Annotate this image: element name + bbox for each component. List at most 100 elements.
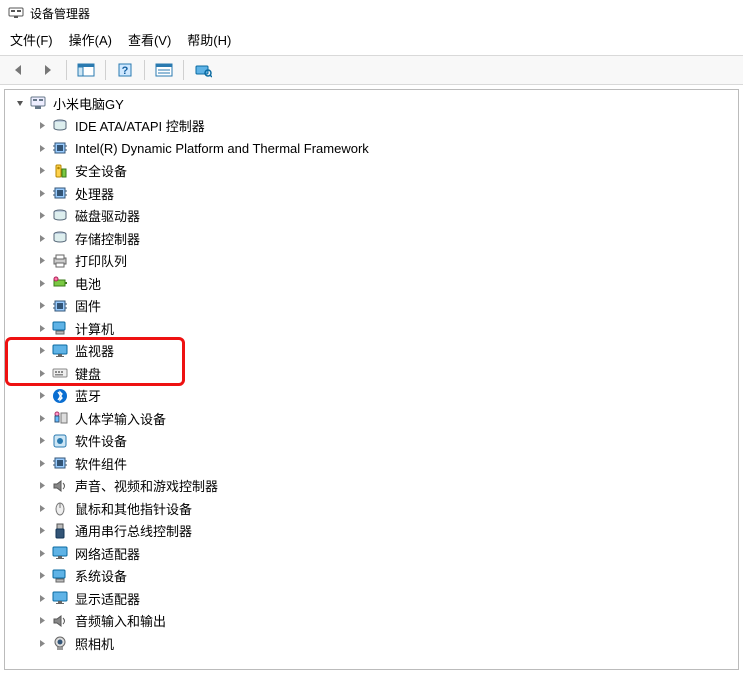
- expand-icon[interactable]: [35, 254, 49, 268]
- disk-icon: [51, 207, 69, 225]
- expand-icon[interactable]: [35, 186, 49, 200]
- expand-icon[interactable]: [35, 501, 49, 515]
- tree-root-label: 小米电脑GY: [53, 94, 124, 113]
- keyboard-icon: [51, 364, 69, 382]
- tree-item-label: 显示适配器: [75, 589, 140, 608]
- usb-icon: [51, 522, 69, 540]
- scan-hardware-button[interactable]: [190, 58, 216, 82]
- tree-item[interactable]: 蓝牙: [5, 385, 738, 408]
- menu-action[interactable]: 操作(A): [69, 30, 112, 49]
- show-hide-console-button[interactable]: [73, 58, 99, 82]
- tree-item[interactable]: 固件: [5, 295, 738, 318]
- tree-item[interactable]: 网络适配器: [5, 542, 738, 565]
- collapse-icon[interactable]: [13, 96, 27, 110]
- tree-item[interactable]: 键盘: [5, 362, 738, 385]
- expand-icon[interactable]: [35, 299, 49, 313]
- tree-item[interactable]: 电池: [5, 272, 738, 295]
- tree-item-label: 磁盘驱动器: [75, 206, 140, 225]
- tree-item[interactable]: 软件设备: [5, 430, 738, 453]
- tree-item-label: 打印队列: [75, 251, 127, 270]
- tree-item-label: 鼠标和其他指针设备: [75, 499, 192, 518]
- chip-icon: [51, 139, 69, 157]
- expand-icon[interactable]: [35, 366, 49, 380]
- expand-icon[interactable]: [35, 479, 49, 493]
- tree-item[interactable]: 照相机: [5, 632, 738, 655]
- tree-item[interactable]: 音频输入和输出: [5, 610, 738, 633]
- sound-icon: [51, 477, 69, 495]
- expand-icon[interactable]: [35, 569, 49, 583]
- forward-button[interactable]: [34, 58, 60, 82]
- computer-icon: [51, 319, 69, 337]
- tree-item-label: 蓝牙: [75, 386, 101, 405]
- software-icon: [51, 432, 69, 450]
- tree-item-label: 安全设备: [75, 161, 127, 180]
- tree-item[interactable]: 软件组件: [5, 452, 738, 475]
- expand-icon[interactable]: [35, 434, 49, 448]
- expand-icon[interactable]: [35, 276, 49, 290]
- properties-button[interactable]: [151, 58, 177, 82]
- tree-item-label: 音频输入和输出: [75, 611, 166, 630]
- display-icon: [51, 589, 69, 607]
- firmware-icon: [51, 297, 69, 315]
- hid-icon: [51, 409, 69, 427]
- tree-item[interactable]: IDE ATA/ATAPI 控制器: [5, 115, 738, 138]
- tree-item[interactable]: 系统设备: [5, 565, 738, 588]
- expand-icon[interactable]: [35, 209, 49, 223]
- tree-item-label: 软件设备: [75, 431, 127, 450]
- expand-icon[interactable]: [35, 141, 49, 155]
- printer-icon: [51, 252, 69, 270]
- tree-item-label: Intel(R) Dynamic Platform and Thermal Fr…: [75, 141, 369, 156]
- tree-item-label: 网络适配器: [75, 544, 140, 563]
- tree-item[interactable]: 显示适配器: [5, 587, 738, 610]
- tree-item[interactable]: 存储控制器: [5, 227, 738, 250]
- network-icon: [51, 544, 69, 562]
- toolbar-separator: [105, 60, 106, 80]
- expand-icon[interactable]: [35, 636, 49, 650]
- component-icon: [51, 454, 69, 472]
- expand-icon[interactable]: [35, 614, 49, 628]
- expand-icon[interactable]: [35, 456, 49, 470]
- tree-item[interactable]: 鼠标和其他指针设备: [5, 497, 738, 520]
- expand-icon[interactable]: [35, 389, 49, 403]
- expand-icon[interactable]: [35, 524, 49, 538]
- menu-view[interactable]: 查看(V): [128, 30, 171, 49]
- tree-root[interactable]: 小米电脑GY: [5, 92, 738, 115]
- tree-item[interactable]: 安全设备: [5, 160, 738, 183]
- tree-item-label: IDE ATA/ATAPI 控制器: [75, 116, 205, 135]
- expand-icon[interactable]: [35, 411, 49, 425]
- expand-icon[interactable]: [35, 546, 49, 560]
- tree-item[interactable]: 人体学输入设备: [5, 407, 738, 430]
- tree-item-label: 声音、视频和游戏控制器: [75, 476, 218, 495]
- tree-item-label: 照相机: [75, 634, 114, 653]
- tree-item-label: 人体学输入设备: [75, 409, 166, 428]
- tree-item[interactable]: 计算机: [5, 317, 738, 340]
- tree-item-label: 电池: [75, 274, 101, 293]
- svg-text:?: ?: [122, 65, 129, 77]
- expand-icon[interactable]: [35, 344, 49, 358]
- expand-icon[interactable]: [35, 591, 49, 605]
- menu-help[interactable]: 帮助(H): [187, 30, 231, 49]
- ide-icon: [51, 117, 69, 135]
- tree-item[interactable]: Intel(R) Dynamic Platform and Thermal Fr…: [5, 137, 738, 160]
- expand-icon[interactable]: [35, 164, 49, 178]
- device-tree[interactable]: 小米电脑GY IDE ATA/ATAPI 控制器 Intel(R) Dynami…: [4, 89, 739, 670]
- toolbar-separator: [144, 60, 145, 80]
- expand-icon[interactable]: [35, 231, 49, 245]
- toolbar-separator: [183, 60, 184, 80]
- expand-icon[interactable]: [35, 119, 49, 133]
- tree-item-label: 通用串行总线控制器: [75, 521, 192, 540]
- window-title: 设备管理器: [30, 5, 90, 22]
- expand-icon[interactable]: [35, 321, 49, 335]
- tree-item[interactable]: 声音、视频和游戏控制器: [5, 475, 738, 498]
- storage-icon: [51, 229, 69, 247]
- help-button[interactable]: ?: [112, 58, 138, 82]
- security-icon: [51, 162, 69, 180]
- menu-file[interactable]: 文件(F): [10, 30, 53, 49]
- tree-item[interactable]: 监视器: [5, 340, 738, 363]
- tree-item[interactable]: 处理器: [5, 182, 738, 205]
- tree-item[interactable]: 打印队列: [5, 250, 738, 273]
- back-button[interactable]: [6, 58, 32, 82]
- tree-item[interactable]: 通用串行总线控制器: [5, 520, 738, 543]
- toolbar-separator: [66, 60, 67, 80]
- tree-item[interactable]: 磁盘驱动器: [5, 205, 738, 228]
